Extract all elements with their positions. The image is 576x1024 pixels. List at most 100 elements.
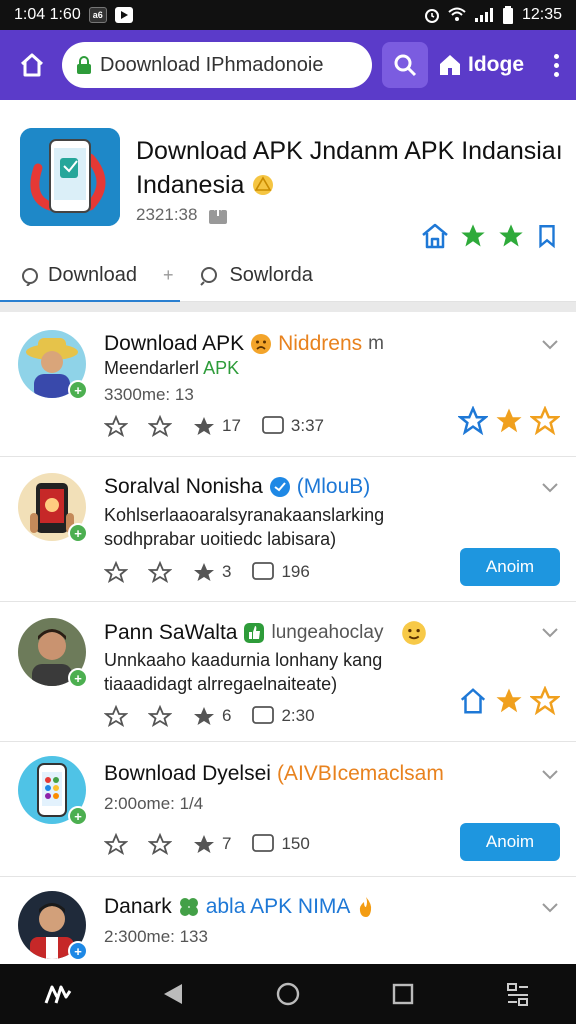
item-subtitle: Meendarlerl APK (104, 358, 239, 379)
favorite-button[interactable] (148, 832, 172, 856)
item-meta: 7 150 (104, 832, 330, 856)
comment-icon (252, 562, 275, 580)
browser-top-bar: Doownload IPhmadonoie Idoge (0, 30, 576, 100)
notification-badge: a6 (88, 7, 107, 23)
chevron-down-icon[interactable] (540, 334, 560, 354)
list-item[interactable]: + Download APK Niddrens m Meendarlerl AP… (0, 312, 576, 457)
favorite-button[interactable] (148, 414, 172, 438)
list-item[interactable]: + Danark abla APK NIMA 2:300me: 133 (0, 877, 576, 967)
list-item[interactable]: + Soralval Nonisha (MlouB) Kohlserlaaoar… (0, 457, 576, 602)
star-filled-icon (194, 835, 214, 853)
home-outline-icon[interactable] (420, 222, 450, 250)
section-divider (0, 302, 576, 312)
item-meta: 3 196 (104, 560, 330, 584)
status-time-right: 12:35 (521, 6, 562, 23)
recents-icon[interactable] (373, 964, 433, 1024)
favorite-button[interactable] (148, 560, 172, 584)
item-title: Soralval Nonisha (MlouB) (104, 475, 370, 499)
comment-count[interactable]: 3:37 (261, 414, 324, 438)
star-count[interactable]: 17 (192, 414, 241, 438)
item-title-text: Danark (104, 895, 172, 918)
action-button[interactable]: Anoim (460, 823, 560, 861)
list-item[interactable]: + Pann SaWalta lungeahoclay Unnkaaho kaa… (0, 602, 576, 742)
action-button[interactable]: Anoim (460, 548, 560, 586)
tab-bar: Download + Sowlorda (0, 250, 576, 303)
settings-sliders-icon[interactable] (488, 964, 548, 1024)
app-header: Download APK Jndanm APK Indansiaı Indane… (0, 100, 576, 303)
home-link-label: Idoge (468, 53, 524, 76)
avatar[interactable]: + (18, 756, 88, 826)
comment-count[interactable]: 196 (251, 560, 310, 584)
star-count[interactable]: 7 (192, 832, 231, 856)
comment-count-value: 2:30 (281, 706, 315, 725)
home-link-button[interactable]: Idoge (438, 53, 524, 77)
share-button[interactable] (104, 560, 128, 584)
address-bar[interactable]: Doownload IPhmadonoie (62, 42, 372, 88)
star-outline-icon (148, 704, 172, 728)
comment-count[interactable]: 150 (251, 832, 310, 856)
star-count[interactable]: 6 (192, 704, 231, 728)
item-tag: Niddrens (278, 332, 363, 355)
star-count-value: 17 (222, 416, 241, 435)
refresh-icon (22, 267, 38, 286)
star-count-value: 7 (222, 834, 232, 853)
bookmark-icon[interactable] (534, 222, 560, 250)
item-description-line1: Unnkaaho kaadurnia lonhany kang (104, 650, 383, 670)
fire-emoji-icon (360, 897, 372, 917)
item-title-text: Download APK (104, 332, 245, 355)
item-meta: 17 3:37 (104, 414, 344, 438)
verified-badge-icon (269, 477, 290, 497)
avatar[interactable]: + (18, 473, 88, 543)
favorite-button[interactable] (148, 704, 172, 728)
star-count-value: 6 (222, 706, 232, 725)
add-badge-icon: + (68, 668, 88, 688)
comment-count[interactable]: 2:30 (251, 704, 315, 728)
item-rating[interactable] (458, 686, 560, 716)
list-item[interactable]: + Bownload Dyelsei (AIVBIcemaclsam 2:00o… (0, 742, 576, 877)
avatar[interactable]: + (18, 618, 88, 688)
tab-separator: + (162, 265, 174, 285)
star-filled-icon (496, 688, 522, 713)
home-circle-icon[interactable] (258, 964, 318, 1024)
back-icon[interactable] (143, 964, 203, 1024)
item-title-text: Bownload Dyelsei (104, 762, 271, 785)
avatar[interactable]: + (18, 330, 88, 400)
tab-download[interactable]: Download (0, 250, 180, 303)
app-drawer-icon[interactable] (28, 964, 88, 1024)
item-tag: (AIVBIcemaclsam (276, 762, 444, 785)
app-title: Download APK Jndanm APK Indansiaı Indane… (136, 134, 566, 202)
chevron-down-icon[interactable] (540, 622, 560, 642)
comment-count-value: 196 (281, 562, 310, 581)
signal-icon (474, 8, 493, 22)
add-badge-icon: + (68, 941, 88, 961)
tab-sowlorda[interactable]: Sowlorda (179, 250, 332, 302)
star-count[interactable]: 3 (192, 560, 231, 584)
share-icon (104, 832, 128, 856)
app-date-text: 2321:38 (136, 205, 198, 224)
search-button[interactable] (382, 42, 428, 88)
item-title: Bownload Dyelsei (AIVBIcemaclsam (104, 762, 444, 786)
share-button[interactable] (104, 414, 128, 438)
item-subtitle-text: Meendarlerl (104, 358, 200, 378)
add-badge-icon: + (68, 380, 88, 400)
chevron-down-icon[interactable] (540, 477, 560, 497)
share-icon[interactable] (207, 204, 229, 226)
share-button[interactable] (104, 704, 128, 728)
star-count-value: 3 (222, 562, 232, 581)
overflow-menu-icon[interactable] (546, 53, 566, 77)
comment-icon (252, 706, 275, 724)
status-bar: 1:04 1:60 a6 12:35 (0, 0, 576, 30)
star-filled-icon[interactable] (496, 222, 526, 250)
chevron-down-icon[interactable] (540, 897, 560, 917)
star-outline-icon (530, 406, 560, 436)
avatar[interactable]: + (18, 891, 88, 961)
star-filled-icon[interactable] (458, 222, 488, 250)
share-button[interactable] (104, 832, 128, 856)
star-filled-icon (496, 408, 522, 433)
chevron-down-icon[interactable] (540, 764, 560, 784)
item-description-line1: Kohlserlaaoaralsyranakaanslarking (104, 505, 385, 525)
header-actions (420, 222, 560, 250)
item-title: Pann SaWalta lungeahoclay (104, 620, 427, 646)
item-rating[interactable] (458, 406, 560, 436)
home-icon[interactable] (10, 43, 54, 87)
